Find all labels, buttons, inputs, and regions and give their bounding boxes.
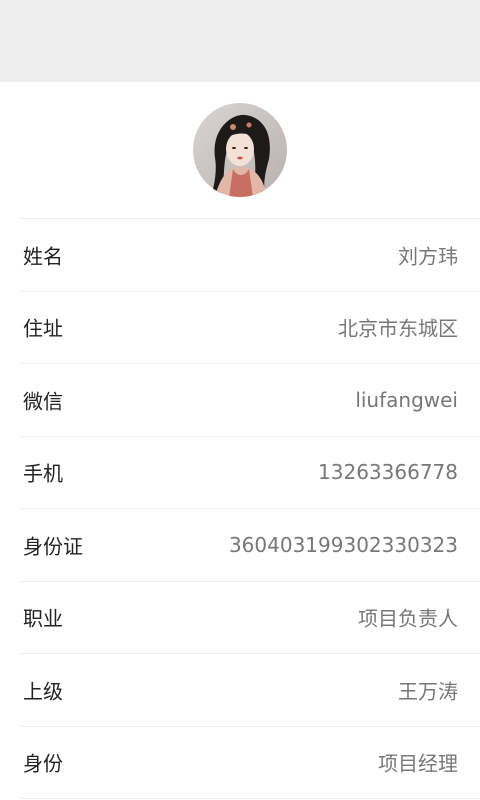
field-value: 刘方玮 bbox=[398, 244, 458, 269]
field-label: 住址 bbox=[23, 316, 63, 341]
field-value: 360403199302330323 bbox=[228, 532, 458, 557]
avatar-section bbox=[0, 82, 480, 218]
field-value: liufangwei bbox=[355, 387, 458, 412]
top-bar bbox=[0, 0, 480, 82]
avatar[interactable] bbox=[193, 103, 287, 197]
field-row-phone[interactable]: 手机 13263366778 bbox=[20, 435, 480, 509]
field-label: 姓名 bbox=[23, 244, 63, 269]
field-row-address[interactable]: 住址 北京市东城区 bbox=[20, 290, 480, 364]
field-row-name[interactable]: 姓名 刘方玮 bbox=[20, 218, 480, 291]
field-row-superior[interactable]: 上级 王万涛 bbox=[20, 653, 480, 726]
field-value: 13263366778 bbox=[318, 460, 458, 485]
field-row-wechat[interactable]: 微信 liufangwei bbox=[20, 363, 480, 436]
profile-field-list: 姓名 刘方玮 住址 北京市东城区 微信 liufangwei 手机 132633… bbox=[0, 218, 480, 799]
profile-photo-icon bbox=[193, 103, 287, 197]
field-label: 上级 bbox=[23, 679, 63, 704]
field-value: 北京市东城区 bbox=[338, 316, 458, 341]
field-label: 职业 bbox=[23, 606, 63, 631]
field-row-id-card[interactable]: 身份证 360403199302330323 bbox=[20, 508, 480, 581]
field-label: 手机 bbox=[23, 461, 63, 486]
field-value: 项目经理 bbox=[378, 751, 458, 776]
field-value: 王万涛 bbox=[398, 679, 458, 704]
field-value: 项目负责人 bbox=[358, 606, 458, 631]
field-row-occupation[interactable]: 职业 项目负责人 bbox=[20, 580, 480, 654]
field-label: 微信 bbox=[23, 389, 63, 414]
field-row-role[interactable]: 身份 项目经理 bbox=[20, 725, 480, 799]
field-label: 身份 bbox=[23, 751, 63, 776]
field-label: 身份证 bbox=[23, 534, 83, 559]
